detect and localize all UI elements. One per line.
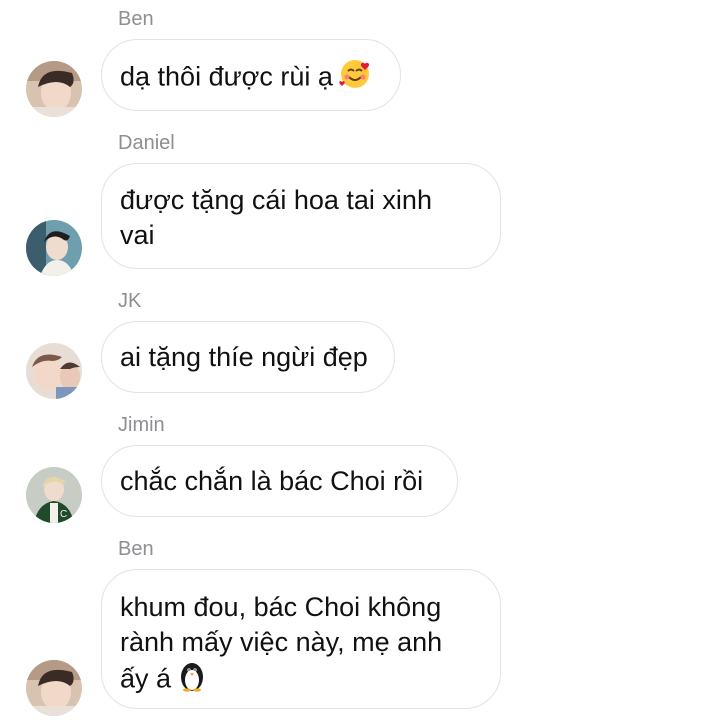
message-text-line: được tặng cái hoa tai xinh bbox=[120, 185, 432, 215]
message-text: dạ thôi được rùi ạ bbox=[120, 61, 333, 92]
penguin-icon bbox=[177, 660, 207, 701]
message-bubble[interactable]: dạ thôi được rùi ạ bbox=[101, 39, 401, 111]
sender-name: Jimin bbox=[118, 414, 165, 436]
message-bubble[interactable]: được tặng cái hoa tai xinh vai bbox=[101, 163, 501, 269]
sender-name: Ben bbox=[118, 8, 154, 30]
sender-name: JK bbox=[118, 290, 142, 312]
smiling-face-with-hearts-icon bbox=[339, 58, 371, 99]
avatar-daniel[interactable] bbox=[26, 220, 82, 276]
message-text-line: vai bbox=[120, 220, 155, 250]
message-text: ai tặng thíe ngừi đẹp bbox=[120, 342, 368, 372]
message-text-line: khum đou, bác Choi không bbox=[120, 592, 442, 622]
sender-name: Ben bbox=[118, 538, 154, 560]
avatar-ben[interactable] bbox=[26, 660, 82, 716]
message-text-line: ấy á bbox=[120, 663, 172, 694]
message-bubble[interactable]: chắc chắn là bác Choi rồi bbox=[101, 445, 458, 517]
message-bubble[interactable]: khum đou, bác Choi không rành mấy việc n… bbox=[101, 569, 501, 709]
svg-text:C: C bbox=[60, 509, 67, 520]
message-text: chắc chắn là bác Choi rồi bbox=[120, 466, 424, 496]
message-bubble[interactable]: ai tặng thíe ngừi đẹp bbox=[101, 321, 395, 393]
avatar-jimin[interactable]: C bbox=[26, 467, 82, 523]
sender-name: Daniel bbox=[118, 132, 175, 154]
avatar-jk[interactable] bbox=[26, 343, 82, 399]
message-text-line: rành mấy việc này, mẹ anh bbox=[120, 627, 443, 657]
avatar-ben[interactable] bbox=[26, 61, 82, 117]
